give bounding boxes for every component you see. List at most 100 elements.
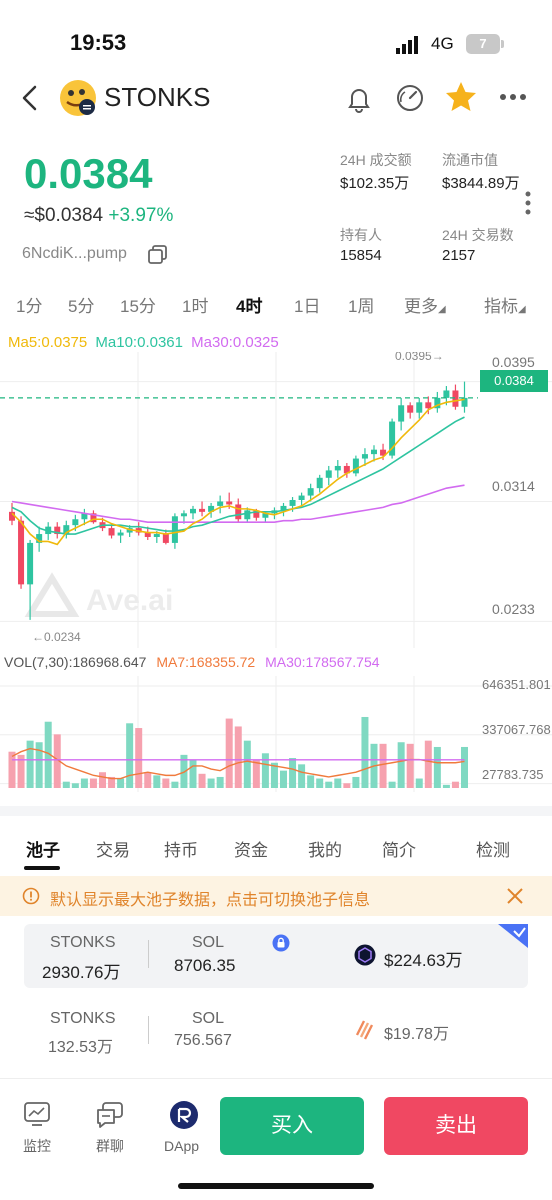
tab-holders[interactable]: 持币 bbox=[164, 836, 198, 861]
y-tick-low: 0.0233 bbox=[492, 601, 535, 617]
contract-address[interactable]: 6NcdiK...pump bbox=[22, 245, 127, 263]
timeframe-1h[interactable]: 1时 bbox=[182, 292, 208, 317]
candle bbox=[298, 495, 305, 500]
candle bbox=[226, 501, 233, 505]
chart-grid bbox=[0, 352, 552, 648]
current-price: 0.0384 bbox=[24, 150, 153, 197]
pool2-token-a: STONKS bbox=[50, 1010, 116, 1027]
volume-bar bbox=[62, 781, 70, 788]
tab-pools[interactable]: 池子 bbox=[26, 836, 60, 861]
pool2-liquidity: $19.78万 bbox=[384, 1026, 449, 1043]
usd-price: ≈$0.0384 bbox=[24, 205, 104, 226]
monitor-icon[interactable] bbox=[24, 1102, 50, 1126]
sell-button[interactable]: 卖出 bbox=[384, 1097, 528, 1155]
usd-price-row: ≈$0.0384 +3.97% bbox=[24, 205, 173, 227]
volume-bar bbox=[442, 784, 450, 788]
volume-bar bbox=[379, 743, 387, 788]
timeframe-more[interactable]: 更多◢ bbox=[404, 292, 446, 317]
candle bbox=[235, 504, 242, 520]
raydium-icon bbox=[354, 944, 376, 966]
timeframe-1w[interactable]: 1周 bbox=[348, 292, 374, 317]
volume-bar bbox=[99, 772, 106, 788]
candle bbox=[316, 477, 323, 489]
kebab-icon[interactable] bbox=[524, 190, 532, 216]
timeframe-5m[interactable]: 5分 bbox=[68, 292, 94, 317]
timeframe-15m[interactable]: 15分 bbox=[120, 292, 156, 317]
volume-bar bbox=[397, 742, 405, 788]
candle bbox=[72, 519, 79, 526]
candle bbox=[452, 390, 459, 407]
candle bbox=[407, 405, 414, 413]
copy-icon[interactable] bbox=[148, 245, 168, 265]
back-icon[interactable] bbox=[20, 85, 40, 111]
volume-bars bbox=[8, 716, 468, 788]
vol24-label: 24H 成交额 bbox=[340, 152, 412, 168]
candles bbox=[9, 381, 468, 620]
volume-bar bbox=[80, 778, 88, 788]
timeframe-1m[interactable]: 1分 bbox=[16, 292, 42, 317]
holders-label: 持有人 bbox=[340, 227, 382, 243]
ma-legend: Ma5:0.0375 Ma10:0.0361 Ma30:0.0325 bbox=[8, 334, 279, 351]
low-marker: ←0.0234 bbox=[32, 630, 81, 644]
volume-chart bbox=[0, 676, 552, 792]
buy-button[interactable]: 买入 bbox=[220, 1097, 364, 1155]
candle bbox=[289, 500, 296, 506]
candle bbox=[217, 501, 224, 506]
volume-bar bbox=[334, 778, 342, 788]
tab-trades[interactable]: 交易 bbox=[96, 836, 130, 861]
volume-bar bbox=[343, 783, 351, 788]
pool1-token-b: SOL bbox=[192, 934, 225, 951]
nav-chat-label[interactable]: 群聊 bbox=[96, 1136, 124, 1156]
bell-icon[interactable] bbox=[344, 84, 374, 114]
pool-notice[interactable]: 默认显示最大池子数据，点击可切换池子信息 bbox=[0, 876, 552, 916]
volume-bar bbox=[352, 776, 360, 788]
tab-funds[interactable]: 资金 bbox=[234, 836, 268, 861]
candlestick-chart[interactable]: Ave.ai 0.0395→ ←0.0234 bbox=[0, 352, 552, 648]
close-icon[interactable] bbox=[506, 887, 524, 905]
indicators-button[interactable]: 指标◢ bbox=[484, 292, 526, 317]
volume-bar bbox=[289, 758, 297, 788]
candle bbox=[325, 470, 332, 478]
candle bbox=[244, 510, 251, 520]
volume-bar bbox=[307, 775, 315, 788]
home-indicator bbox=[178, 1183, 374, 1189]
notice-text: 默认显示最大池子数据，点击可切换池子信息 bbox=[50, 892, 371, 909]
page-title: STONKS bbox=[104, 82, 211, 112]
app-root: { "status_bar": {"time": "19:53", "netwo… bbox=[0, 0, 552, 1200]
ma-lines bbox=[11, 398, 465, 546]
volume-bar bbox=[207, 778, 215, 788]
more-icon[interactable] bbox=[499, 93, 527, 101]
volume-bar bbox=[325, 781, 333, 788]
star-icon[interactable] bbox=[444, 80, 478, 114]
battery-tip bbox=[501, 40, 504, 48]
volume-bar bbox=[189, 759, 197, 788]
candle bbox=[171, 516, 178, 543]
volume-bar bbox=[461, 746, 468, 788]
ma10-label: Ma10:0.0361 bbox=[95, 334, 183, 351]
watermark-text: Ave.ai bbox=[86, 584, 173, 617]
pool1-divider bbox=[148, 940, 149, 968]
candle bbox=[361, 454, 368, 459]
tab-check[interactable]: 检测 bbox=[476, 836, 510, 861]
candle bbox=[371, 449, 377, 455]
volume-bar bbox=[153, 775, 161, 788]
chat-icon[interactable] bbox=[96, 1102, 124, 1128]
candle bbox=[334, 465, 341, 471]
dapp-icon[interactable] bbox=[169, 1100, 199, 1130]
nav-monitor-label[interactable]: 监控 bbox=[23, 1136, 51, 1156]
timeframe-1d[interactable]: 1日 bbox=[294, 292, 320, 317]
nav-dapp-label[interactable]: DApp bbox=[164, 1138, 199, 1154]
candle bbox=[416, 402, 423, 413]
timeframe-4h[interactable]: 4时 bbox=[236, 292, 262, 317]
tab-underline bbox=[24, 866, 60, 870]
tab-mine[interactable]: 我的 bbox=[308, 836, 342, 861]
volume-bar bbox=[316, 778, 324, 788]
vol-ma30-label: MA30:178567.754 bbox=[265, 654, 380, 670]
pool2-amount-a: 132.53万 bbox=[48, 1039, 113, 1056]
volume-bar bbox=[406, 743, 414, 788]
gauge-icon[interactable] bbox=[394, 82, 426, 114]
volume-bar bbox=[26, 740, 34, 788]
tab-intro[interactable]: 简介 bbox=[382, 836, 416, 861]
volume-bar bbox=[415, 778, 423, 788]
candle bbox=[307, 488, 314, 496]
